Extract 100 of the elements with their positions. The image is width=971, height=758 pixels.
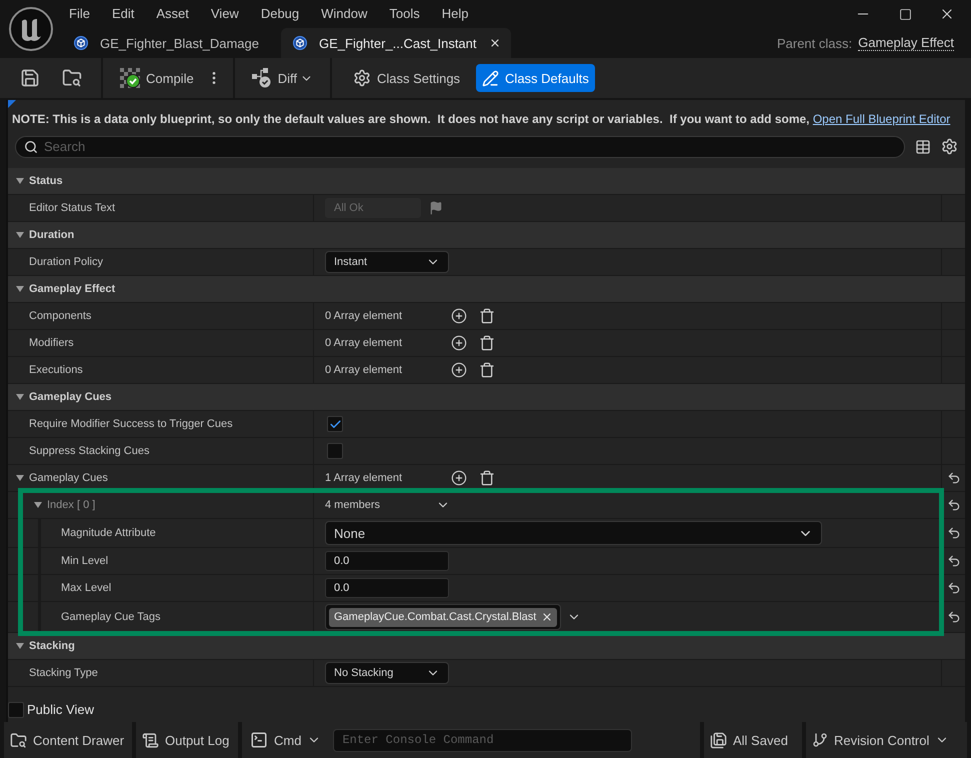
dropdown[interactable]: No Stacking	[325, 662, 449, 684]
category-title: Duration	[29, 229, 74, 241]
tag-label: GameplayCue.Combat.Cast.Crystal.Blast	[334, 611, 536, 623]
compile-button[interactable]: Compile	[114, 64, 200, 92]
menu-item[interactable]: File	[58, 5, 101, 23]
folder-search-icon[interactable]	[62, 68, 82, 88]
add-icon[interactable]	[451, 308, 467, 324]
property-label: Modifiers	[29, 337, 74, 349]
menu-item[interactable]: Tools	[378, 5, 431, 23]
delete-icon[interactable]	[479, 335, 495, 351]
mode-button[interactable]: Class Defaults	[476, 64, 595, 92]
add-icon[interactable]	[451, 335, 467, 351]
floppy-disks-icon	[710, 732, 727, 748]
maximize-icon[interactable]	[898, 8, 912, 20]
revision-control-button[interactable]: Revision Control	[806, 722, 967, 758]
category-row[interactable]: Duration	[8, 222, 965, 248]
diff-button[interactable]: Diff	[246, 64, 319, 92]
add-icon[interactable]	[451, 470, 467, 486]
note-text: NOTE: This is a data only blueprint, so only the default values are shown. It does not have any script or variables. If you want to add some, Open Full Blueprint Editor	[11, 111, 952, 128]
compile-icon	[120, 68, 140, 88]
parent-class-link[interactable]: Gameplay Effect	[858, 35, 954, 51]
pencil-icon	[482, 70, 500, 86]
number-field[interactable]: 0.0	[325, 551, 449, 571]
branch-icon	[812, 732, 828, 748]
menu-item[interactable]: Asset	[145, 5, 200, 23]
tag-chip[interactable]: GameplayCue.Combat.Cast.Crystal.Blast	[329, 608, 558, 626]
document-tab[interactable]: GE_Fighter_...Cast_Instant	[280, 28, 511, 58]
property-label: Magnitude Attribute	[61, 527, 156, 539]
delete-icon[interactable]	[479, 470, 495, 486]
settings-icon[interactable]	[941, 138, 958, 155]
save-status-button[interactable]: All Saved	[704, 722, 802, 758]
menu-item[interactable]: View	[200, 5, 250, 23]
terminal-icon	[250, 731, 268, 749]
checkbox[interactable]	[327, 443, 343, 459]
checkbox[interactable]	[8, 702, 24, 718]
menu-item[interactable]: Help	[430, 5, 480, 23]
property-label: Require Modifier Success to Trigger Cues	[29, 418, 233, 430]
reset-icon[interactable]	[946, 581, 960, 595]
corner-marker-icon	[8, 100, 16, 108]
property-label: Components	[29, 310, 92, 322]
editor-link[interactable]: Open Full Blueprint Editor	[812, 112, 950, 126]
expander-icon[interactable]	[16, 286, 24, 292]
property-label: Stacking Type	[29, 667, 98, 679]
checkbox-label: Public View	[27, 702, 94, 717]
property-label: Editor Status Text	[29, 202, 116, 214]
logo-icon	[9, 7, 53, 51]
category-row[interactable]: Status	[8, 168, 965, 194]
folder-search-icon	[10, 732, 27, 748]
reset-icon[interactable]	[946, 554, 960, 568]
remove-icon[interactable]	[541, 611, 554, 623]
dropdown[interactable]: Instant	[325, 251, 449, 273]
gear-icon	[352, 69, 371, 87]
add-icon[interactable]	[451, 362, 467, 378]
content-drawer-button[interactable]: Content Drawer	[4, 722, 132, 758]
property-label: Gameplay Cue Tags	[61, 611, 160, 623]
table-icon[interactable]	[915, 138, 931, 154]
mode-button[interactable]: Class Settings	[346, 64, 466, 92]
property-label: Index [ 0 ]	[47, 499, 96, 511]
delete-icon[interactable]	[479, 308, 495, 324]
property-label: Min Level	[61, 555, 108, 567]
console-input[interactable]: Enter Console Command	[333, 728, 632, 752]
category-row[interactable]: Gameplay Effect	[8, 276, 965, 302]
checkbox[interactable]	[327, 416, 343, 432]
property-label: Suppress Stacking Cues	[29, 445, 150, 457]
save-icon[interactable]	[20, 68, 40, 88]
scroll-icon	[142, 732, 159, 748]
expander-icon[interactable]	[16, 475, 24, 481]
menu-item[interactable]: Debug	[250, 5, 310, 23]
dropdown[interactable]: None	[325, 521, 822, 545]
cube-icon	[74, 36, 88, 50]
reset-icon[interactable]	[946, 498, 960, 512]
expander-icon[interactable]	[16, 643, 24, 649]
search-field[interactable]: Search	[15, 136, 905, 158]
array-count: 0 Array element	[325, 364, 402, 376]
property-label: Duration Policy	[29, 256, 103, 268]
expander-icon[interactable]	[34, 502, 42, 508]
array-count: 0 Array element	[325, 337, 402, 349]
cmd-button[interactable]: Cmd	[250, 731, 328, 749]
expander-icon[interactable]	[16, 232, 24, 238]
category-title: Gameplay Cues	[29, 391, 112, 403]
reset-icon[interactable]	[946, 471, 960, 485]
document-tab[interactable]: GE_Fighter_Blast_Damage	[62, 28, 269, 58]
output-log-button[interactable]: Output Log	[136, 722, 238, 758]
menu-item[interactable]: Edit	[100, 5, 146, 23]
parent-class-label: Parent class:	[776, 36, 852, 50]
flag-icon[interactable]	[429, 201, 443, 215]
tab-label: GE_Fighter_...Cast_Instant	[318, 36, 477, 50]
search-icon	[24, 140, 38, 154]
number-field[interactable]: 0.0	[325, 578, 449, 598]
expander-icon[interactable]	[16, 178, 24, 184]
tag-field[interactable]: GameplayCue.Combat.Cast.Crystal.Blast	[325, 604, 562, 630]
reset-icon[interactable]	[946, 610, 960, 624]
category-row[interactable]: Gameplay Cues	[8, 384, 965, 410]
reset-icon[interactable]	[946, 526, 960, 540]
property-label: Gameplay Cues	[29, 472, 108, 484]
close-icon[interactable]	[488, 37, 501, 49]
expander-icon[interactable]	[16, 394, 24, 400]
menu-item[interactable]: Window	[310, 5, 378, 23]
property-label: Max Level	[61, 582, 112, 594]
delete-icon[interactable]	[479, 362, 495, 378]
